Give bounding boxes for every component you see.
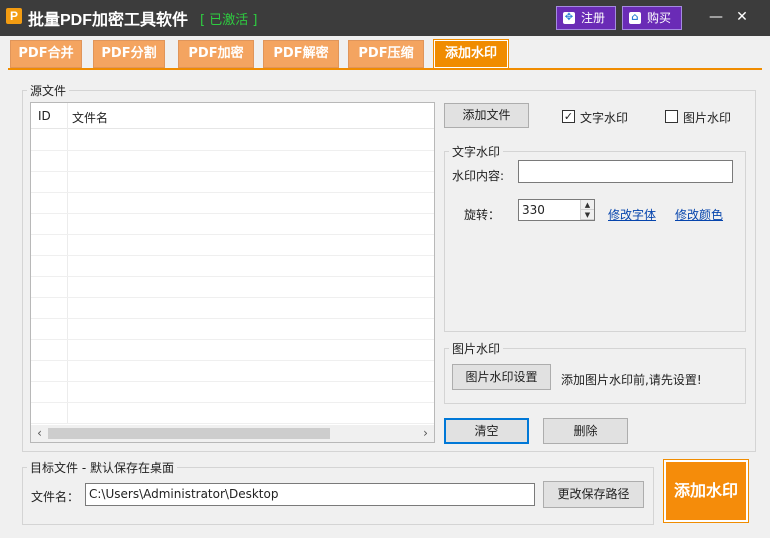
text-watermark-check-label: 文字水印 [580, 111, 629, 125]
row-line [31, 276, 434, 277]
text-watermark-checkbox[interactable]: ✓ [562, 110, 575, 123]
tab-pdf-compress[interactable]: PDF压缩 [348, 40, 424, 68]
column-id[interactable]: ID [38, 109, 51, 123]
tab-underline [8, 68, 762, 70]
clear-button[interactable]: 清空 [444, 418, 529, 444]
change-font-link[interactable]: 修改字体 [608, 206, 656, 223]
minimize-button[interactable]: — [704, 6, 728, 28]
image-watermark-hint: 添加图片水印前,请先设置! [561, 373, 702, 387]
file-list[interactable]: ID 文件名 ‹ › [30, 102, 435, 443]
row-line [31, 318, 434, 319]
scrollbar-thumb[interactable] [48, 428, 330, 439]
change-save-path-button[interactable]: 更改保存路径 [543, 481, 644, 508]
filename-label: 文件名： [31, 490, 80, 504]
row-line [31, 213, 434, 214]
tab-pdf-encrypt[interactable]: PDF加密 [178, 40, 254, 68]
row-line [31, 192, 434, 193]
app-logo-icon: P [6, 8, 22, 24]
file-list-header: ID 文件名 [31, 103, 434, 129]
register-button[interactable]: ✥ 注册 [556, 6, 616, 30]
activation-status: [ 已激活 ] [200, 13, 258, 28]
image-watermark-check-label: 图片水印 [683, 111, 732, 125]
row-line [31, 255, 434, 256]
horizontal-scrollbar[interactable]: ‹ › [31, 425, 434, 442]
text-watermark-group-label: 文字水印 [449, 143, 504, 160]
row-line [31, 297, 434, 298]
register-icon: ✥ [563, 12, 575, 24]
row-line [31, 234, 434, 235]
image-watermark-settings-button[interactable]: 图片水印设置 [452, 364, 551, 390]
rotate-value: 330 [522, 203, 545, 217]
row-line [31, 339, 434, 340]
stepper-down-icon[interactable]: ▼ [581, 210, 594, 220]
add-file-button[interactable]: 添加文件 [444, 103, 529, 128]
row-line [31, 150, 434, 151]
app-title: 批量PDF加密工具软件 [28, 12, 189, 29]
close-button[interactable]: ✕ [730, 6, 754, 28]
target-file-group-label: 目标文件 - 默认保存在桌面 [27, 459, 177, 476]
scroll-left-icon[interactable]: ‹ [31, 425, 48, 442]
tab-pdf-merge[interactable]: PDF合并 [10, 40, 82, 68]
add-watermark-button[interactable]: 添加水印 [663, 459, 749, 523]
image-watermark-group-label: 图片水印 [449, 340, 504, 357]
change-color-link[interactable]: 修改颜色 [675, 206, 723, 223]
rotate-label: 旋转： [464, 208, 501, 222]
row-line [31, 402, 434, 403]
column-separator [67, 103, 68, 423]
buy-button[interactable]: ⌂ 购买 [622, 6, 682, 30]
column-filename[interactable]: 文件名 [72, 109, 108, 126]
register-label: 注册 [581, 11, 606, 25]
source-file-group-label: 源文件 [27, 82, 70, 99]
row-line [31, 381, 434, 382]
rotate-stepper[interactable]: ▲ ▼ [580, 200, 594, 220]
watermark-content-label: 水印内容: [452, 169, 505, 183]
row-line [31, 171, 434, 172]
delete-button[interactable]: 删除 [543, 418, 628, 444]
stepper-up-icon[interactable]: ▲ [581, 200, 594, 210]
tab-add-watermark[interactable]: 添加水印 [433, 39, 509, 69]
save-path-input[interactable]: C:\Users\Administrator\Desktop [85, 483, 535, 506]
row-line [31, 423, 434, 424]
tab-pdf-decrypt[interactable]: PDF解密 [263, 40, 339, 68]
scroll-right-icon[interactable]: › [417, 425, 434, 442]
watermark-content-input[interactable] [518, 160, 733, 183]
image-watermark-checkbox[interactable] [665, 110, 678, 123]
title-bar: P 批量PDF加密工具软件 [ 已激活 ] ✥ 注册 ⌂ 购买 — ✕ [0, 0, 770, 36]
row-line [31, 360, 434, 361]
tab-pdf-split[interactable]: PDF分割 [93, 40, 165, 68]
buy-label: 购买 [647, 11, 672, 25]
cart-icon: ⌂ [629, 12, 641, 24]
